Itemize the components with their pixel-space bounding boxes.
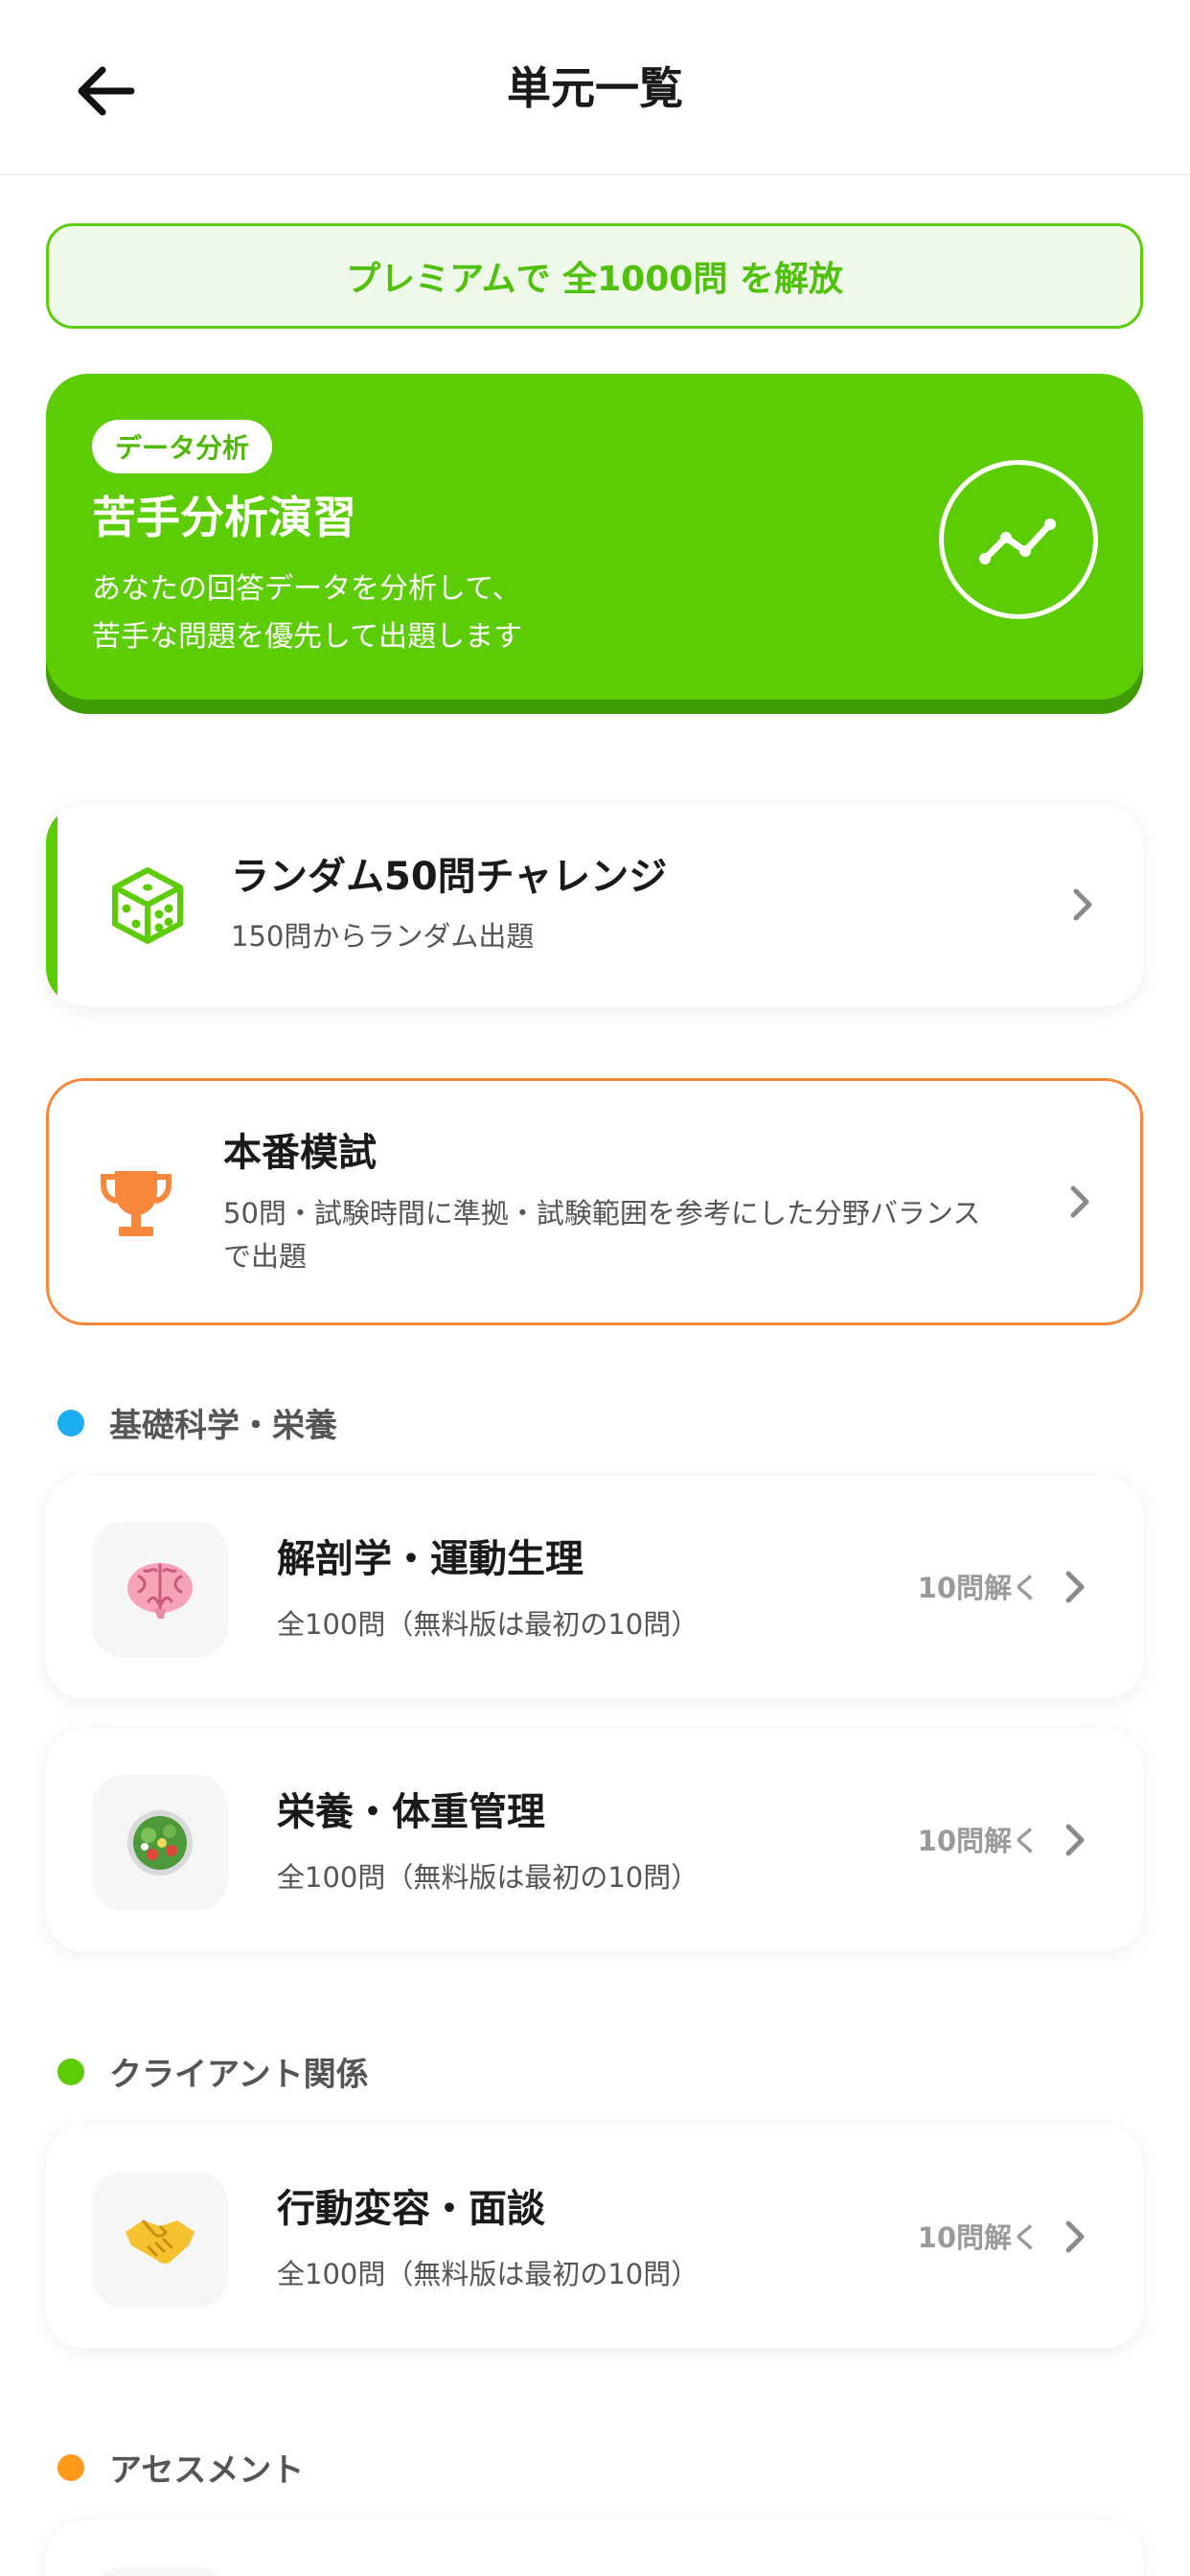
- exam-title: 本番模試: [223, 1131, 377, 1175]
- analysis-title: 苦手分析演習: [92, 492, 356, 543]
- chevron-right-icon: [1065, 1183, 1094, 1221]
- unit-count: 10問解く: [917, 2221, 1040, 2254]
- random-subtitle: 150問からランダム出題: [231, 920, 535, 953]
- unit-card-anatomy[interactable]: 解剖学・運動生理 全100問（無料版は最初の10問） 10問解く: [46, 1476, 1143, 1698]
- section-dot: [57, 2058, 84, 2085]
- chevron-right-icon: [1061, 2218, 1089, 2256]
- chevron-right-icon: [1061, 1568, 1089, 1606]
- handshake-icon: [92, 2172, 228, 2308]
- analysis-badge: データ分析: [92, 420, 273, 473]
- analysis-description: あなたの回答データを分析して、 苦手な問題を優先して出題します: [92, 565, 858, 661]
- section-title: 基礎科学・栄養: [109, 1407, 337, 1445]
- premium-unlock-banner[interactable]: プレミアムで 全1000問 を解放: [46, 223, 1143, 329]
- unit-card-partial[interactable]: [46, 2520, 1143, 2576]
- weakness-analysis-card[interactable]: データ分析 苦手分析演習 あなたの回答データを分析して、 苦手な問題を優先して出…: [46, 374, 1143, 700]
- section-header: アセスメント: [57, 2444, 304, 2491]
- unit-count: 10問解く: [917, 1572, 1040, 1604]
- chevron-right-icon: [1061, 1821, 1089, 1859]
- unit-card-behavior[interactable]: 行動変容・面談 全100問（無料版は最初の10問） 10問解く: [46, 2126, 1143, 2348]
- header: 単元一覧: [0, 0, 1190, 175]
- trend-chart-icon: [939, 460, 1098, 619]
- trophy-icon: [101, 1171, 172, 1236]
- unit-title: 解剖学・運動生理: [277, 1537, 584, 1581]
- salad-icon: [92, 1775, 228, 1911]
- brain-icon: [92, 1522, 228, 1658]
- section-dot: [57, 2453, 84, 2481]
- mock-exam-card[interactable]: 本番模試 50問・試験時間に準拠・試験範囲を参考にした分野バランスで出題: [46, 1078, 1143, 1325]
- exam-subtitle: 50問・試験時間に準拠・試験範囲を参考にした分野バランスで出題: [223, 1197, 981, 1273]
- unit-subtitle: 全100問（無料版は最初の10問）: [277, 1608, 699, 1641]
- unit-title: 行動変容・面談: [277, 2187, 545, 2231]
- section-header: クライアント関係: [57, 2048, 369, 2095]
- section-dot: [57, 1409, 84, 1437]
- random-title: ランダム50問チャレンジ: [231, 855, 668, 899]
- card-accent: [46, 805, 57, 1006]
- section-title: クライアント関係: [109, 2056, 369, 2094]
- chevron-right-icon: [1068, 886, 1097, 924]
- unit-icon-placeholder: [92, 2566, 228, 2576]
- random-challenge-card[interactable]: ランダム50問チャレンジ 150問からランダム出題: [46, 805, 1143, 1006]
- section-header: 基礎科学・栄養: [57, 1399, 337, 1446]
- analysis-description-line: あなたの回答データを分析して、: [92, 572, 521, 606]
- dice-icon: [112, 867, 183, 944]
- unit-card-nutrition[interactable]: 栄養・体重管理 全100問（無料版は最初の10問） 10問解く: [46, 1729, 1143, 1951]
- unit-subtitle: 全100問（無料版は最初の10問）: [277, 1861, 699, 1894]
- unit-title: 栄養・体重管理: [277, 1790, 545, 1834]
- section-title: アセスメント: [109, 2451, 305, 2490]
- page-title: 単元一覧: [507, 62, 683, 114]
- unit-subtitle: 全100問（無料版は最初の10問）: [277, 2258, 699, 2290]
- analysis-description-line: 苦手な問題を優先して出題します: [92, 620, 523, 654]
- unit-count: 10問解く: [917, 1825, 1040, 1857]
